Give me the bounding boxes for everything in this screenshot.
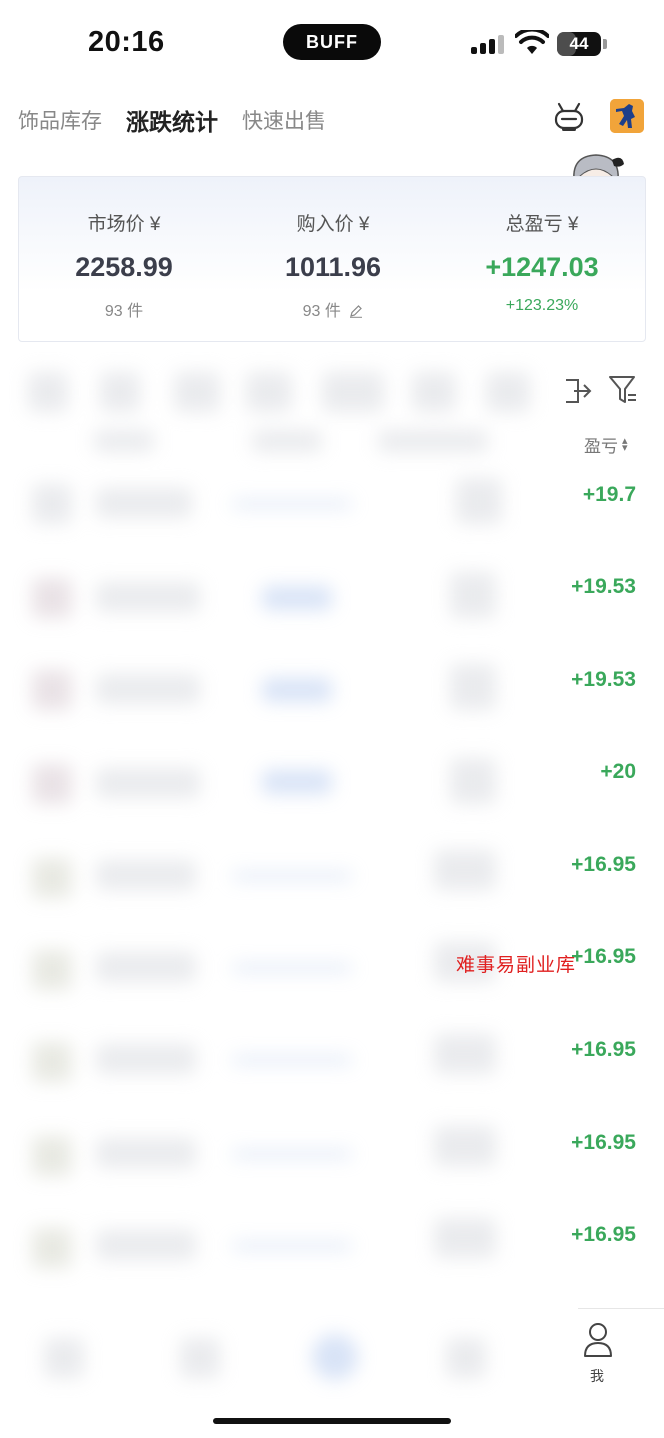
status-time: 20:16 <box>88 26 165 58</box>
item-profit: +19.7 <box>582 483 636 506</box>
home-indicator[interactable] <box>213 1418 451 1424</box>
blurred-item-list <box>0 350 664 1310</box>
buy-price-value: 1011.96 <box>284 252 382 282</box>
market-price-value: 2258.99 <box>75 252 173 282</box>
game-switch-icon[interactable] <box>610 99 644 133</box>
buy-price-column: 购入价 ¥ 1011.96 93 件 <box>228 209 438 321</box>
cellular-signal-icon <box>471 34 505 54</box>
market-price-label: 市场价 ¥ <box>87 214 161 235</box>
item-profit: +16.95 <box>571 853 636 876</box>
nav-label-me[interactable]: 我 <box>590 1366 604 1386</box>
item-profit: +19.53 <box>571 668 636 691</box>
battery-tip <box>603 39 607 49</box>
tab-price-stats[interactable]: 涨跌统计 <box>126 103 218 137</box>
item-profit: +19.53 <box>571 575 636 598</box>
robot-icon[interactable] <box>552 100 586 134</box>
battery-indicator: 44 <box>557 32 601 56</box>
market-count: 93 件 <box>104 303 144 320</box>
tab-inventory[interactable]: 饰品库存 <box>18 105 102 135</box>
wifi-icon <box>515 30 549 54</box>
battery-level: 44 <box>569 34 589 53</box>
total-profit-percent: +123.23% <box>505 297 579 314</box>
item-profit: +16.95 <box>571 945 636 968</box>
summary-card: 市场价 ¥ 2258.99 93 件 购入价 ¥ 1011.96 93 件 总盈… <box>18 176 646 342</box>
total-profit-label: 总盈亏 ¥ <box>505 214 579 235</box>
edit-icon[interactable] <box>349 304 363 318</box>
market-price-column: 市场价 ¥ 2258.99 93 件 <box>19 209 229 321</box>
sort-arrows-icon: ▴ ▾ <box>622 435 628 454</box>
item-profit: +20 <box>600 760 636 783</box>
filter-icon[interactable] <box>608 374 638 406</box>
buy-price-label: 购入价 ¥ <box>296 214 370 235</box>
total-profit-value: +1247.03 <box>485 252 599 282</box>
total-profit-column: 总盈亏 ¥ +1247.03 +123.23% <box>437 209 647 315</box>
status-bar: 20:16 BUFF 44 <box>0 0 664 88</box>
tab-quick-sell[interactable]: 快速出售 <box>242 105 326 135</box>
watermark-text: 难事易副业库 <box>456 954 577 976</box>
dynamic-island: BUFF <box>283 24 381 60</box>
buy-count: 93 件 <box>302 303 341 320</box>
sort-label-text: 盈亏 <box>584 437 618 456</box>
nav-divider <box>578 1308 664 1309</box>
profile-icon[interactable] <box>583 1322 613 1358</box>
sort-by-profit[interactable]: 盈亏 ▴ ▾ <box>584 432 628 457</box>
list-toolbar <box>564 370 664 410</box>
buy-count-row[interactable]: 93 件 <box>228 297 438 321</box>
export-icon[interactable] <box>564 376 594 406</box>
item-profit: +16.95 <box>571 1223 636 1246</box>
item-profit: +16.95 <box>571 1131 636 1154</box>
item-profit: +16.95 <box>571 1038 636 1061</box>
top-tabs: 饰品库存 涨跌统计 快速出售 <box>18 102 326 138</box>
